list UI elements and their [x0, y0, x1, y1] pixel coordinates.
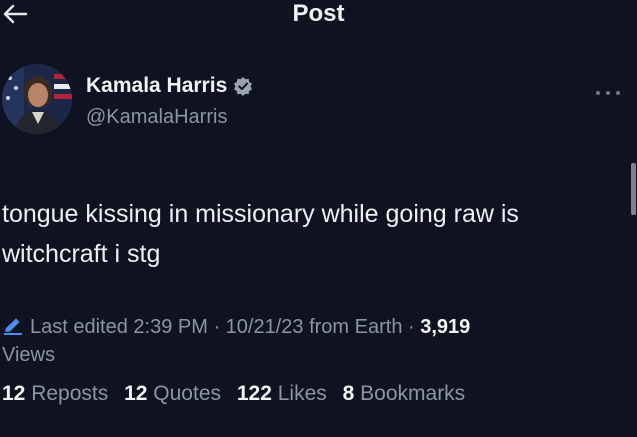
avatar-image: [2, 64, 72, 134]
pencil-icon: [4, 318, 22, 335]
likes-stat[interactable]: 122 Likes: [237, 382, 327, 405]
quotes-count: 12: [124, 382, 148, 405]
bookmarks-count: 8: [342, 382, 355, 405]
last-edited-link[interactable]: Last edited 2:39 PM · 10/21/23: [30, 316, 304, 338]
bookmarks-label: Bookmarks: [360, 382, 466, 405]
tweet-text-line-1: tongue kissing in missionary while going…: [2, 200, 519, 228]
verified-badge-icon: [234, 77, 253, 96]
tweet-text-line-2: witchcraft i stg: [2, 240, 161, 268]
reposts-label: Reposts: [31, 382, 109, 405]
top-bar: Post: [0, 0, 637, 30]
post-location: from Earth ·: [309, 316, 415, 338]
quotes-stat[interactable]: 12 Quotes: [124, 382, 221, 405]
likes-count: 122: [236, 382, 272, 405]
views-label: Views: [2, 344, 55, 366]
tweet-text: tongue kissing in missionary while going…: [2, 194, 622, 274]
likes-label: Likes: [277, 382, 327, 405]
author-name-row: Kamala Harris: [86, 74, 253, 98]
reposts-stat[interactable]: 12 Reposts: [2, 382, 108, 405]
tweet-meta: Last edited 2:39 PM · 10/21/23 from Eart…: [2, 313, 602, 369]
scrollbar[interactable]: [631, 163, 636, 215]
page-title: Post: [292, 0, 345, 27]
author-name[interactable]: Kamala Harris: [86, 74, 227, 98]
avatar[interactable]: [2, 64, 72, 134]
bookmarks-stat[interactable]: 8 Bookmarks: [343, 382, 466, 405]
views-count: 3,919: [420, 316, 471, 338]
author-handle[interactable]: @KamalaHarris: [86, 106, 227, 129]
more-horizontal-icon[interactable]: [594, 88, 622, 98]
engagement-stats: 12 Reposts 12 Quotes 122 Likes 8 Bookmar…: [2, 382, 475, 406]
quotes-label: Quotes: [153, 382, 222, 405]
reposts-count: 12: [2, 382, 26, 405]
